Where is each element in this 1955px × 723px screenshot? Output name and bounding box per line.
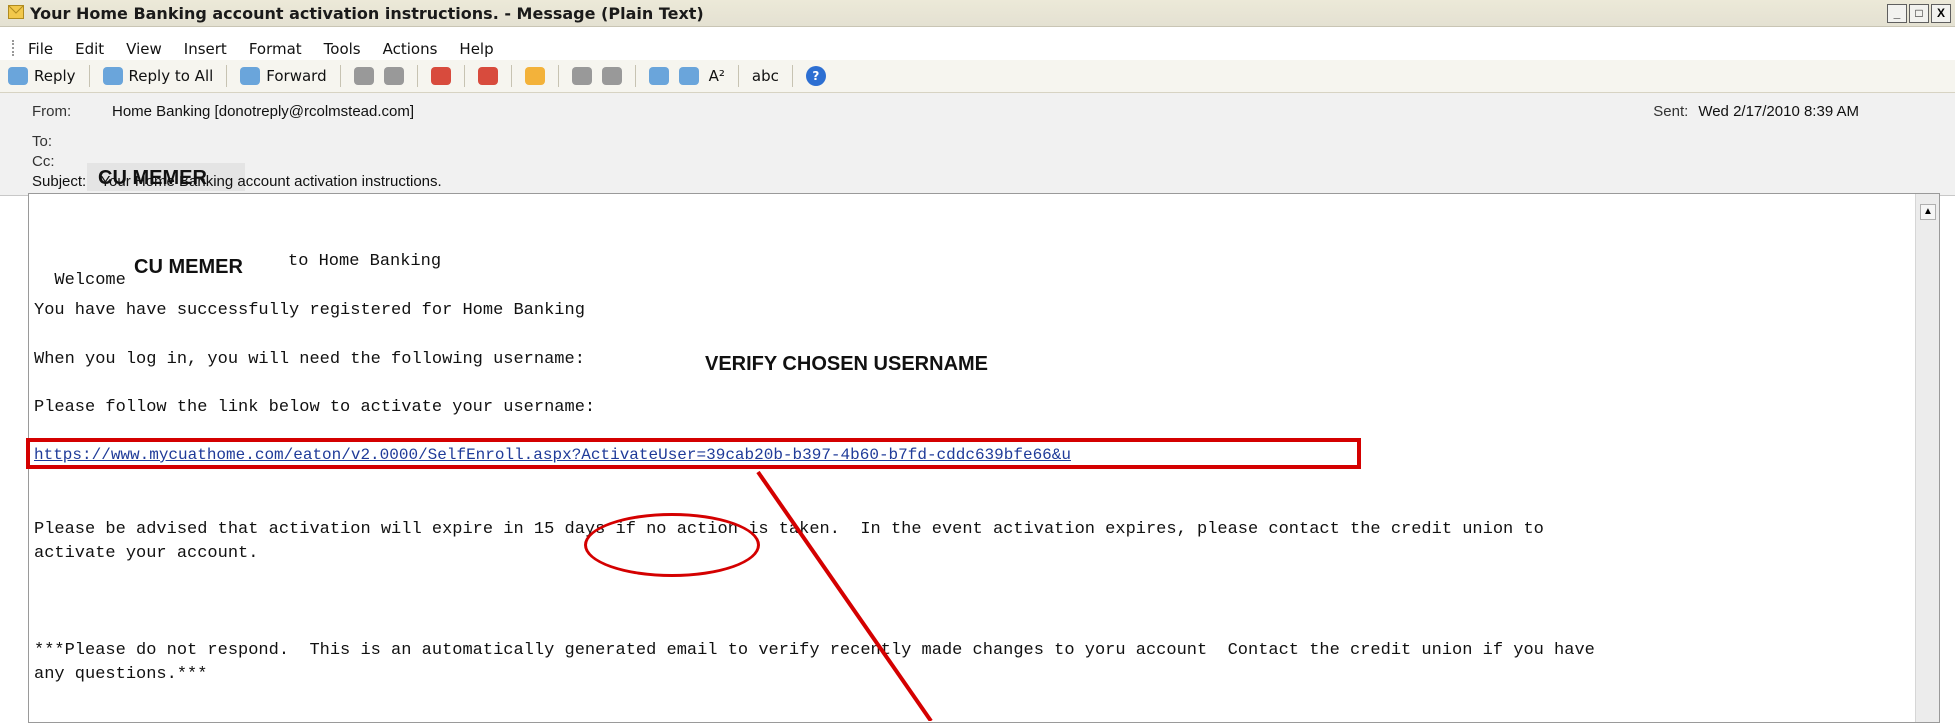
- scroll-up-arrow-icon[interactable]: ▲: [1920, 204, 1936, 220]
- menu-bar: File Edit View Insert Format Tools Actio…: [0, 37, 516, 61]
- envelope-flag-icon[interactable]: [430, 67, 451, 85]
- message-header: From: Home Banking [donotreply@rcolmstea…: [0, 93, 1955, 196]
- copy-icon[interactable]: [383, 67, 404, 85]
- reply-all-label: Reply to All: [128, 67, 214, 85]
- subject-value: Your Home Banking account activation ins…: [100, 173, 442, 190]
- menu-grip: [12, 40, 18, 56]
- toolbar-separator: [226, 65, 228, 87]
- sent-value: Wed 2/17/2010 8:39 AM: [1698, 103, 1859, 120]
- activation-link[interactable]: https://www.mycuathome.com/eaton/v2.0000…: [34, 446, 1356, 464]
- noreply-line-2: any questions.***: [34, 665, 208, 684]
- title-bar: Your Home Banking account activation ins…: [0, 0, 1955, 27]
- reply-icon: [8, 67, 28, 85]
- encoding-icon: abc: [751, 67, 779, 85]
- reply-button[interactable]: Reply: [8, 67, 76, 85]
- font-size-icon: A²: [708, 67, 725, 85]
- toolbar-separator: [88, 65, 90, 87]
- sent-row: Sent: Wed 2/17/2010 8:39 AM: [1653, 103, 1859, 120]
- expire-line-1: Please be advised that activation will e…: [34, 520, 1544, 539]
- to-row: To:: [32, 133, 102, 150]
- close-button[interactable]: X: [1931, 4, 1951, 23]
- username-value: VERIFY CHOSEN USERNAME: [705, 353, 989, 375]
- from-label: From:: [32, 103, 72, 120]
- vertical-scrollbar[interactable]: ▲: [1915, 194, 1939, 722]
- toolbar-separator: [339, 65, 341, 87]
- toolbar-separator: [737, 65, 739, 87]
- forward-label: Forward: [266, 67, 327, 85]
- window-title: Your Home Banking account activation ins…: [30, 4, 704, 23]
- welcome-prefix: Welcome: [54, 271, 126, 290]
- menu-insert[interactable]: Insert: [184, 37, 227, 61]
- toolbar-separator: [416, 65, 418, 87]
- toolbar: Reply Reply to All Forward A² abc ?: [0, 60, 1955, 93]
- menu-actions[interactable]: Actions: [383, 37, 438, 61]
- follow-up-flag-icon[interactable]: [477, 67, 498, 85]
- delete-icon[interactable]: [601, 67, 622, 85]
- menu-edit[interactable]: Edit: [75, 37, 104, 61]
- forward-icon: [240, 67, 261, 85]
- welcome-suffix: to Home Banking: [288, 252, 442, 271]
- envelope-icon: [8, 5, 24, 19]
- to-label: To:: [32, 133, 53, 150]
- username-line: When you log in, you will need the follo…: [34, 350, 585, 369]
- follow-line: Please follow the link below to activate…: [34, 398, 596, 417]
- next-item-icon[interactable]: [678, 67, 699, 85]
- toolbar-separator: [463, 65, 465, 87]
- minimize-button[interactable]: _: [1887, 4, 1907, 23]
- days-highlight-ellipse: [584, 513, 760, 577]
- help-icon[interactable]: ?: [805, 66, 826, 86]
- toolbar-separator: [634, 65, 636, 87]
- menu-help[interactable]: Help: [459, 37, 493, 61]
- print-icon[interactable]: [353, 67, 374, 85]
- folder-icon[interactable]: [524, 67, 545, 85]
- sent-label: Sent:: [1653, 103, 1689, 120]
- restore-button[interactable]: □: [1909, 4, 1929, 23]
- toolbar-separator: [791, 65, 793, 87]
- move-icon[interactable]: [571, 67, 592, 85]
- encoding-button[interactable]: abc: [752, 67, 779, 85]
- from-value: Home Banking [donotreply@rcolmstead.com]: [112, 103, 415, 120]
- menu-format[interactable]: Format: [249, 37, 302, 61]
- subject-label: Subject:: [32, 173, 87, 190]
- reply-label: Reply: [34, 67, 76, 85]
- menu-tools[interactable]: Tools: [324, 37, 361, 61]
- welcome-name: CU MEMER: [134, 256, 243, 278]
- toolbar-separator: [510, 65, 512, 87]
- forward-button[interactable]: Forward: [240, 67, 327, 85]
- from-row: From: Home Banking [donotreply@rcolmstea…: [32, 103, 414, 120]
- reply-all-icon: [102, 67, 123, 85]
- subject-row: Subject: Your Home Banking account activ…: [32, 173, 442, 190]
- window-controls: _ □ X: [1887, 4, 1951, 23]
- toolbar-separator: [557, 65, 559, 87]
- font-size-button[interactable]: A²: [709, 67, 725, 85]
- previous-item-icon[interactable]: [648, 67, 669, 85]
- menu-file[interactable]: File: [28, 37, 53, 61]
- reply-all-button[interactable]: Reply to All: [102, 67, 214, 85]
- registered-line: You have have successfully registered fo…: [34, 301, 585, 320]
- noreply-line-1: ***Please do not respond. This is an aut…: [34, 641, 1595, 660]
- welcome-line: Welcome: [34, 252, 126, 290]
- expire-line-2: activate your account.: [34, 544, 259, 563]
- menu-view[interactable]: View: [126, 37, 162, 61]
